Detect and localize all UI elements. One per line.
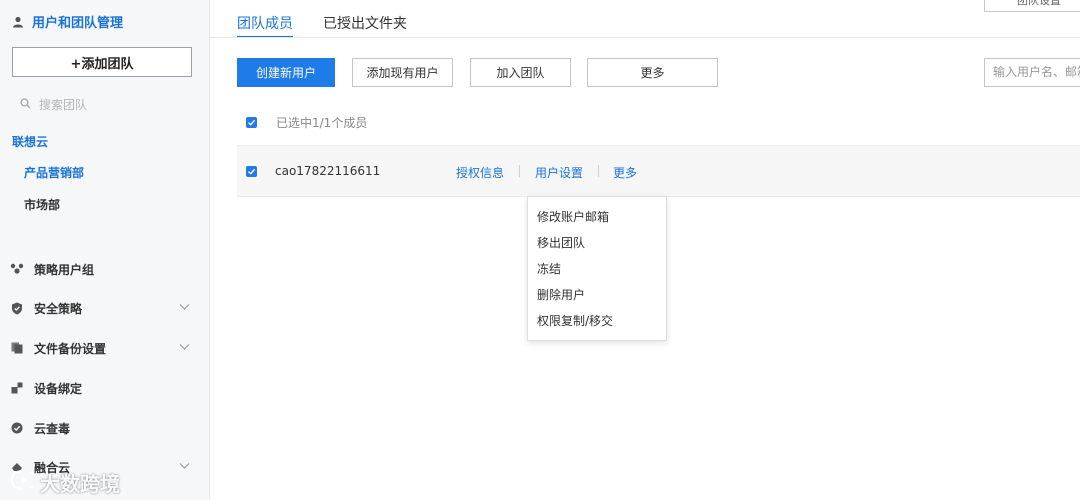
action-divider xyxy=(519,165,520,177)
add-team-button[interactable]: +添加团队 xyxy=(12,47,192,77)
tab-bar: 团队成员 已授出文件夹 xyxy=(237,0,407,38)
sidebar: 用户和团队管理 +添加团队 搜索团队 联想云 产品营销部 市场部 策略用户组 安… xyxy=(0,0,210,500)
menu-item-remove-from-team[interactable]: 移出团队 xyxy=(537,234,585,251)
nav-policy-user-group[interactable]: 策略用户组 xyxy=(10,257,200,281)
search-user-input[interactable]: 输入用户名、邮箱 xyxy=(984,58,1080,87)
team-settings-button[interactable]: 团队设置 xyxy=(984,0,1080,12)
authorization-info-link[interactable]: 授权信息 xyxy=(456,164,504,181)
team-org-lenovo-cloud[interactable]: 联想云 xyxy=(12,133,48,150)
files-icon xyxy=(10,341,24,355)
chevron-down-icon[interactable] xyxy=(179,300,190,314)
check-icon xyxy=(248,119,256,126)
row-more-link[interactable]: 更多 xyxy=(613,164,637,181)
nav-label: 设备绑定 xyxy=(34,381,83,396)
selection-count: 已选中1/1个成员 xyxy=(276,116,368,130)
tab-team-members[interactable]: 团队成员 xyxy=(237,0,293,38)
team-item-market[interactable]: 市场部 xyxy=(24,196,60,213)
menu-item-delete-user[interactable]: 删除用户 xyxy=(537,286,585,303)
row-checkbox[interactable] xyxy=(246,166,257,177)
add-existing-user-button[interactable]: 添加现有用户 xyxy=(352,58,453,87)
more-button[interactable]: 更多 xyxy=(587,58,718,87)
user-settings-link[interactable]: 用户设置 xyxy=(535,164,583,181)
tab-divider xyxy=(210,37,1080,38)
search-icon xyxy=(20,97,31,112)
nav-label: 云查毒 xyxy=(34,421,71,436)
select-all-checkbox[interactable] xyxy=(246,117,257,128)
nav-label: 安全策略 xyxy=(34,301,83,316)
sidebar-header: 用户和团队管理 xyxy=(12,12,123,31)
check-icon xyxy=(248,168,256,175)
menu-item-permission-transfer[interactable]: 权限复制/移交 xyxy=(537,312,613,329)
nav-device-binding[interactable]: 设备绑定 xyxy=(10,376,200,400)
member-username: cao17822116611 xyxy=(275,164,381,178)
sidebar-title: 用户和团队管理 xyxy=(32,16,124,31)
join-team-button[interactable]: 加入团队 xyxy=(470,58,571,87)
nav-label: 策略用户组 xyxy=(34,262,95,277)
watermark: 大数跨境 xyxy=(10,468,120,497)
table-row: cao17822116611 授权信息 用户设置 更多 xyxy=(237,145,1080,197)
nav-label: 文件备份设置 xyxy=(34,341,107,356)
create-user-button[interactable]: 创建新用户 xyxy=(237,58,335,87)
shield-icon xyxy=(10,301,24,315)
more-dropdown-menu: 修改账户邮箱 移出团队 冻结 删除用户 权限复制/移交 xyxy=(527,196,667,341)
menu-item-change-email[interactable]: 修改账户邮箱 xyxy=(537,208,609,225)
user-icon xyxy=(12,16,24,28)
menu-item-freeze[interactable]: 冻结 xyxy=(537,260,561,277)
chevron-down-icon[interactable] xyxy=(179,459,190,473)
nav-security-policy[interactable]: 安全策略 xyxy=(10,296,200,320)
team-item-product-marketing[interactable]: 产品营销部 xyxy=(24,164,84,181)
nav-file-backup-settings[interactable]: 文件备份设置 xyxy=(10,336,200,360)
tab-shared-folders[interactable]: 已授出文件夹 xyxy=(323,0,407,38)
users-group-icon xyxy=(10,262,24,276)
device-link-icon xyxy=(10,381,24,395)
chevron-down-icon[interactable] xyxy=(179,340,190,354)
check-circle-icon xyxy=(10,421,24,435)
nav-cloud-virus-scan[interactable]: 云查毒 xyxy=(10,416,200,440)
watermark-text: 大数跨境 xyxy=(40,472,120,496)
search-team-input[interactable]: 搜索团队 xyxy=(20,96,87,113)
action-divider xyxy=(598,165,599,177)
watermark-logo-icon xyxy=(10,469,36,496)
search-team-placeholder: 搜索团队 xyxy=(39,98,88,112)
